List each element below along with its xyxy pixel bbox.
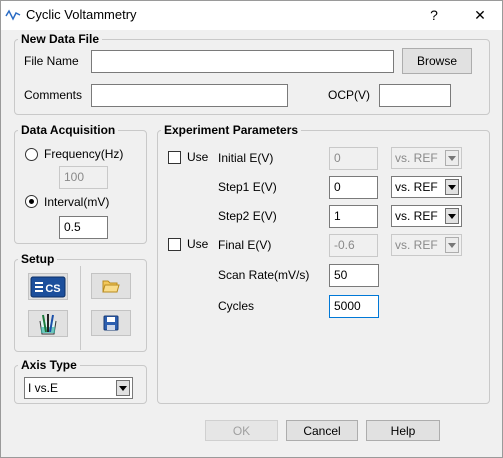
- comments-input[interactable]: [91, 84, 288, 107]
- chevron-down-icon[interactable]: [445, 150, 459, 166]
- step2-e-ref-select[interactable]: vs. REF: [391, 205, 462, 227]
- help-button[interactable]: Help: [366, 420, 440, 441]
- frequency-radio[interactable]: [25, 148, 38, 161]
- axis-type-selected: I vs.E: [28, 381, 59, 395]
- cycles-input[interactable]: 5000: [329, 295, 379, 318]
- step2-e-input[interactable]: 1: [329, 205, 378, 228]
- step1-e-ref-select[interactable]: vs. REF: [391, 176, 462, 198]
- step2-e-label: Step2 E(V): [218, 209, 277, 223]
- chevron-down-icon[interactable]: [445, 208, 459, 224]
- interval-radio-dot: [29, 199, 34, 204]
- final-e-input[interactable]: -0.6: [329, 234, 378, 257]
- final-e-ref-select[interactable]: vs. REF: [391, 234, 462, 256]
- axis-type-select[interactable]: I vs.E: [24, 377, 133, 399]
- browse-button[interactable]: Browse: [402, 48, 472, 74]
- experiment-parameters-legend: Experiment Parameters: [164, 123, 299, 137]
- final-e-use-label: Use: [187, 237, 209, 251]
- step1-e-label: Step1 E(V): [218, 180, 277, 194]
- step1-e-input[interactable]: 0: [329, 176, 378, 199]
- file-name-label: File Name: [24, 54, 79, 68]
- chevron-down-icon[interactable]: [445, 237, 459, 253]
- chevron-down-icon[interactable]: [116, 380, 130, 396]
- interval-radio[interactable]: [25, 195, 38, 208]
- frequency-input[interactable]: 100: [59, 166, 108, 189]
- initial-e-use-label: Use: [187, 150, 209, 164]
- setup-divider: [80, 266, 81, 350]
- initial-e-input[interactable]: 0: [329, 147, 378, 170]
- scan-rate-label: Scan Rate(mV/s): [218, 268, 310, 282]
- cs-settings-button[interactable]: CS: [28, 273, 68, 300]
- open-folder-icon: [102, 280, 120, 293]
- chevron-down-icon[interactable]: [445, 179, 459, 195]
- initial-e-ref-select[interactable]: vs. REF: [391, 147, 462, 169]
- window-title: Cyclic Voltammetry: [26, 7, 137, 22]
- close-button[interactable]: ✕: [457, 0, 503, 30]
- initial-e-ref-value: vs. REF: [395, 151, 438, 165]
- axis-type-legend: Axis Type: [21, 358, 77, 372]
- open-file-button[interactable]: [91, 273, 131, 299]
- ocp-label: OCP(V): [328, 88, 370, 102]
- cs-settings-icon: CS: [30, 276, 66, 297]
- title-bar: Cyclic Voltammetry ? ✕: [0, 0, 503, 30]
- file-name-input[interactable]: [91, 50, 394, 73]
- new-data-file-legend: New Data File: [21, 32, 100, 46]
- initial-e-label: Initial E(V): [218, 151, 274, 165]
- interval-input[interactable]: 0.5: [59, 216, 108, 239]
- help-title-button[interactable]: ?: [411, 0, 457, 30]
- scan-rate-input[interactable]: 50: [329, 264, 379, 287]
- save-button[interactable]: [91, 310, 131, 336]
- final-e-label: Final E(V): [218, 238, 272, 252]
- step1-e-ref-value: vs. REF: [395, 180, 438, 194]
- initial-e-use-checkbox[interactable]: [168, 151, 181, 164]
- frequency-label: Frequency(Hz): [44, 147, 124, 161]
- data-acquisition-legend: Data Acquisition: [21, 123, 116, 137]
- cancel-button[interactable]: Cancel: [286, 420, 358, 441]
- cycles-label: Cycles: [218, 299, 255, 313]
- save-disk-icon: [103, 315, 119, 331]
- step2-e-ref-value: vs. REF: [395, 209, 438, 223]
- electrode-cell-button[interactable]: [28, 310, 68, 337]
- setup-legend: Setup: [21, 252, 55, 266]
- final-e-use-checkbox[interactable]: [168, 238, 181, 251]
- electrode-cell-icon: [39, 313, 57, 334]
- ok-button[interactable]: OK: [205, 420, 278, 441]
- cv-waveform-icon: [5, 9, 21, 21]
- ocp-input[interactable]: [379, 84, 451, 107]
- cs-badge-text: CS: [45, 283, 60, 295]
- final-e-ref-value: vs. REF: [395, 238, 438, 252]
- interval-label: Interval(mV): [44, 195, 110, 209]
- comments-label: Comments: [24, 88, 83, 102]
